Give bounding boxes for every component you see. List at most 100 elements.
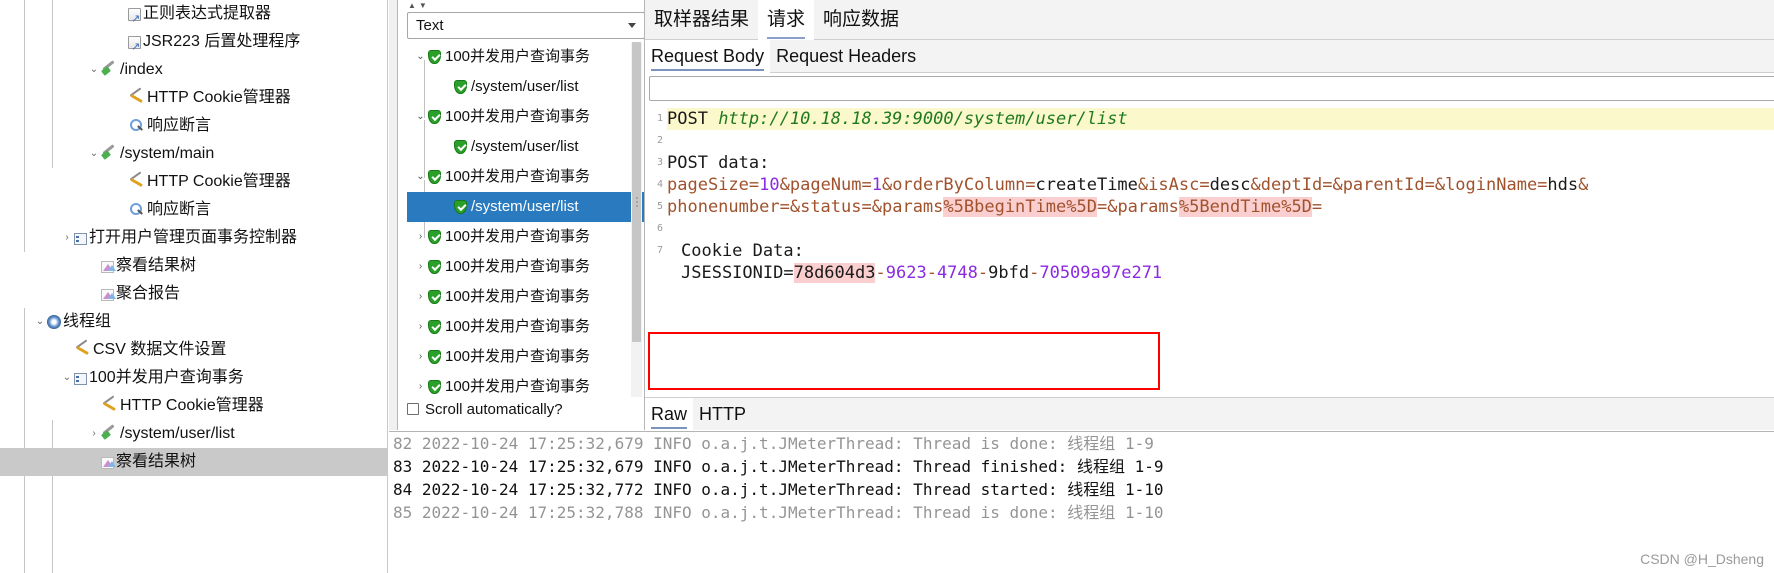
dash: - [1029,263,1040,283]
left-splitter[interactable] [389,0,397,430]
chevron-down-icon[interactable]: ⌄ [413,106,428,128]
log-line-2: 84 2022-10-24 17:25:32,772 INFO o.a.j.t.… [393,478,1774,501]
tree-item-6[interactable]: HTTP Cookie管理器 [0,168,388,196]
subtab-1[interactable]: Request Headers [770,40,922,73]
render-selector-value: Text [416,17,444,34]
success-shield-icon [428,170,441,184]
chevron-down-icon[interactable]: ⌄ [87,60,101,80]
tree-item-3[interactable]: HTTP Cookie管理器 [0,84,388,112]
config-icon [128,173,145,189]
result-item-2[interactable]: ⌄ 100并发用户查询事务 [407,102,645,132]
equals: = [1096,197,1108,217]
result-item-1[interactable]: /system/user/list [407,72,645,102]
tree-item-11[interactable]: ⌄ 线程组 [0,308,388,336]
chevron-right-icon[interactable]: › [413,342,428,372]
render-selector[interactable]: Text [407,12,645,39]
amp: & [779,175,790,195]
subtab-0[interactable]: Request Body [645,40,771,73]
amp: & [1137,175,1149,195]
tree-item-5[interactable]: ⌄ /system/main [0,140,388,168]
result-item-4[interactable]: ⌄ 100并发用户查询事务 [407,162,645,192]
result-item-7[interactable]: › 100并发用户查询事务 [407,252,645,282]
chevron-down-icon[interactable]: ⌄ [60,368,74,388]
tree-item-7[interactable]: 响应断言 [0,196,388,224]
param-loginname-key: loginName= [1445,175,1548,195]
line-number: 2 [656,135,663,146]
chevron-right-icon[interactable]: › [413,252,428,282]
results-scrollbar[interactable] [631,42,642,397]
tab-0[interactable]: 取样器结果 [645,0,758,40]
log-line-text: 2022-10-24 17:25:32,679 INFO o.a.j.t.JMe… [421,457,1164,476]
log-line-number: 82 [393,434,422,453]
chevron-down-icon[interactable]: ⌄ [413,46,428,68]
result-item-10[interactable]: › 100并发用户查询事务 [407,342,645,372]
tree-item-13[interactable]: ⌄ 100并发用户查询事务 [0,364,388,392]
scroll-automatically-row[interactable]: Scroll automatically? [407,398,563,422]
code-line-jsessionid: JSESSIONID=78d604d3-9623-4748-9bfd-70509… [667,262,1774,284]
success-shield-icon [454,200,467,214]
jsessionid-segment-2: 9623 [885,263,927,283]
chevron-right-icon[interactable]: › [413,282,428,312]
tree-item-9[interactable]: 察看结果树 [0,252,388,280]
jsessionid-segment-4: 9bfd [988,263,1030,283]
tree-item-0[interactable]: 正则表达式提取器 [0,0,388,33]
request-body-code[interactable]: 1 2 3 4 5 6 7 POST http://10.18.18.39:9000/sys… [645,104,1774,396]
detail-sub-tabs[interactable]: Request Body Request Headers [645,40,1774,73]
tab-1[interactable]: 请求 [758,0,815,40]
results-scrollbar-thumb[interactable] [632,42,641,342]
view-results-tree-icon [101,261,116,274]
chevron-down-icon[interactable]: ⌄ [33,312,47,332]
amp: & [1578,175,1589,195]
panel-grip-icon[interactable] [636,195,640,209]
line-number: 5 [656,201,663,212]
chevron-right-icon[interactable]: › [413,312,428,342]
tree-item-10[interactable]: 聚合报告 [0,280,388,308]
result-item-6[interactable]: › 100并发用户查询事务 [407,222,645,252]
result-item-8[interactable]: › 100并发用户查询事务 [407,282,645,312]
param-status-key: status= [800,197,872,217]
tree-item-15[interactable]: › /system/user/list [0,420,388,448]
scroll-automatically-checkbox[interactable] [407,403,419,415]
test-plan-tree[interactable]: 正则表达式提取器 JSR223 后置处理程序 ⌄ /index HTTP Cooki… [0,0,388,573]
chevron-right-icon[interactable]: › [87,420,101,448]
tree-item-1[interactable]: JSR223 后置处理程序 [0,28,388,61]
param-pagesize-value: 10 [759,175,780,195]
tree-item-8[interactable]: › 打开用户管理页面事务控制器 [0,224,388,252]
raw-http-tabs[interactable]: Raw HTTP [645,397,1774,431]
detail-main-tabs[interactable]: 取样器结果 请求 响应数据 [645,0,1774,40]
rawtab-1[interactable]: HTTP [693,398,752,431]
tree-node-list: 正则表达式提取器 JSR223 后置处理程序 ⌄ /index HTTP Cooki… [0,0,388,476]
success-shield-icon [428,320,441,334]
result-item-0[interactable]: ⌄ 100并发用户查询事务 [407,42,645,72]
rawtab-0[interactable]: Raw [645,398,694,431]
success-shield-icon [428,290,441,304]
result-item-3[interactable]: /system/user/list [407,132,645,162]
jmeter-window: 正则表达式提取器 JSR223 后置处理程序 ⌄ /index HTTP Cooki… [0,0,1774,573]
param-phonenumber-key: phonenumber= [667,197,790,217]
tree-item-2[interactable]: ⌄ /index [0,56,388,84]
tree-item-16[interactable]: 察看结果树 [0,448,388,476]
tree-item-14[interactable]: HTTP Cookie管理器 [0,392,388,420]
result-item-11[interactable]: › 100并发用户查询事务 [407,372,645,397]
chevron-right-icon[interactable]: › [60,224,74,252]
search-input[interactable] [649,76,1774,101]
code-line-3: POST data: [667,152,1774,174]
chevron-down-icon[interactable]: ⌄ [413,166,428,188]
http-sampler-icon [101,145,118,161]
results-tree-panel: ▲▼ Text ⌄ 100并发用户查询事务 /system/user/list ⌄ 1… [389,0,645,430]
result-item-5[interactable]: /system/user/list [407,192,645,222]
log-panel[interactable]: 82 2022-10-24 17:25:32,679 INFO o.a.j.t.… [389,431,1774,573]
tree-item-4[interactable]: 响应断言 [0,112,388,140]
chevron-right-icon[interactable]: › [413,372,428,397]
log-line-text: 2022-10-24 17:25:32,772 INFO o.a.j.t.JMe… [421,480,1164,499]
result-node-list[interactable]: ⌄ 100并发用户查询事务 /system/user/list ⌄ 100并发用户查询… [407,42,645,397]
chevron-right-icon[interactable]: › [413,222,428,252]
result-item-9[interactable]: › 100并发用户查询事务 [407,312,645,342]
scroll-arrows-icon[interactable]: ▲▼ [408,1,430,11]
tree-item-12[interactable]: CSV 数据文件设置 [0,336,388,364]
tab-2[interactable]: 响应数据 [814,0,908,40]
chevron-down-icon[interactable]: ⌄ [87,144,101,164]
